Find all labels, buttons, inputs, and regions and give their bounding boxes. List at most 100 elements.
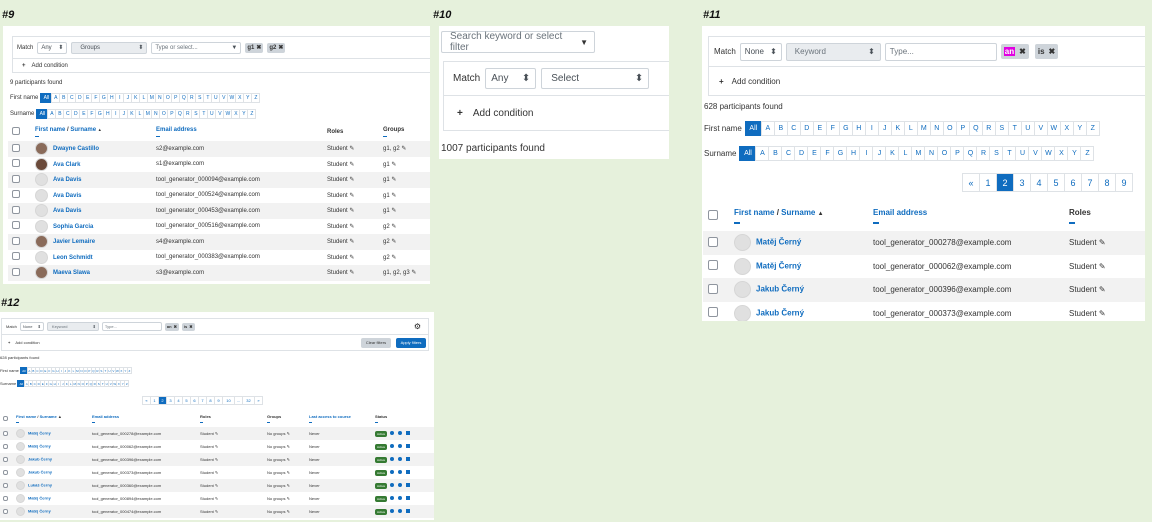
pencil-icon[interactable]: ✎ [391, 224, 396, 230]
match-select[interactable]: None ⬍ [739, 42, 782, 61]
field-select[interactable]: Keyword ⬍ [46, 322, 99, 331]
surname-letter-v[interactable]: V [1028, 146, 1043, 161]
sort-firstname-link[interactable]: First name [16, 414, 36, 419]
pencil-icon[interactable]: ✎ [215, 431, 218, 436]
collapse-icon[interactable] [267, 422, 270, 423]
pencil-icon[interactable]: ✎ [349, 193, 354, 199]
participant-name-link[interactable]: Dwayne Castillo [53, 146, 99, 152]
row-checkbox[interactable] [12, 159, 20, 168]
participant-name-link[interactable]: Matěj Černý [28, 444, 51, 449]
collapse-icon[interactable] [1069, 221, 1075, 224]
participant-name-link[interactable]: Jakub Černý [28, 457, 52, 462]
pencil-icon[interactable]: ✎ [215, 457, 218, 462]
row-checkbox[interactable] [3, 482, 8, 488]
row-checkbox[interactable] [3, 430, 8, 436]
page-1[interactable]: 1 [979, 173, 997, 192]
surname-letter-all[interactable]: All [739, 146, 757, 161]
tag-g2[interactable]: g2 ✖ [267, 42, 286, 53]
row-checkbox[interactable] [708, 283, 718, 294]
firstname-letter-u[interactable]: U [1020, 121, 1035, 136]
collapse-icon[interactable] [383, 136, 387, 137]
gear-icon[interactable] [398, 483, 403, 488]
firstname-letter-w[interactable]: W [1046, 121, 1061, 136]
surname-letter-f[interactable]: F [820, 146, 835, 161]
pencil-icon[interactable]: ✎ [391, 255, 396, 261]
pencil-icon[interactable]: ✎ [215, 483, 218, 488]
row-checkbox[interactable] [3, 495, 8, 501]
firstname-letter-x[interactable]: X [1059, 121, 1074, 136]
info-icon[interactable] [390, 470, 395, 475]
firstname-letter-p[interactable]: P [955, 121, 970, 136]
trash-icon[interactable] [406, 444, 411, 449]
firstname-letter-c[interactable]: C [786, 121, 801, 136]
surname-letter-d[interactable]: D [794, 146, 809, 161]
sort-surname-link[interactable]: Surname [70, 127, 96, 133]
pencil-icon[interactable]: ✎ [349, 146, 354, 152]
gear-icon[interactable] [398, 457, 403, 462]
sort-email-link[interactable]: Email address [92, 414, 119, 419]
surname-letter-q[interactable]: Q [963, 146, 978, 161]
trash-icon[interactable] [406, 431, 411, 436]
plus-icon[interactable]: + [22, 63, 26, 69]
remove-icon[interactable]: ✖ [256, 44, 261, 51]
surname-letter-x[interactable]: X [1054, 146, 1069, 161]
row-checkbox[interactable] [3, 456, 8, 462]
participant-name-link[interactable]: Jakub Černý [28, 470, 52, 475]
page-3[interactable]: 3 [1013, 173, 1031, 192]
pencil-icon[interactable]: ✎ [349, 177, 354, 183]
tag-is[interactable]: is ✖ [181, 322, 195, 331]
pencil-icon[interactable]: ✎ [391, 208, 396, 214]
pencil-icon[interactable]: ✎ [349, 162, 354, 168]
pencil-icon[interactable]: ✎ [215, 444, 218, 449]
participant-name-link[interactable]: Matěj Černý [756, 238, 801, 247]
firstname-letter-j[interactable]: J [877, 121, 892, 136]
gear-icon[interactable] [398, 509, 403, 514]
pencil-icon[interactable]: ✎ [287, 457, 290, 462]
firstname-letter-k[interactable]: K [890, 121, 905, 136]
firstname-letter-l[interactable]: L [903, 121, 918, 136]
surname-letter-h[interactable]: H [846, 146, 861, 161]
surname-letter-e[interactable]: E [807, 146, 822, 161]
participant-name-link[interactable]: Lukáš Černý [28, 483, 52, 488]
surname-letter-z[interactable]: Z [124, 380, 130, 387]
pencil-icon[interactable]: ✎ [401, 146, 406, 152]
sort-surname-link[interactable]: Surname [781, 208, 815, 217]
pencil-icon[interactable]: ✎ [349, 208, 354, 214]
tag-an[interactable]: an ✖ [1000, 44, 1029, 59]
surname-letter-r[interactable]: R [976, 146, 991, 161]
firstname-letter-a[interactable]: A [760, 121, 775, 136]
firstname-letter-s[interactable]: S [994, 121, 1009, 136]
match-select[interactable]: Any ⬍ [485, 68, 537, 89]
participant-name-link[interactable]: Ava Davis [53, 208, 81, 214]
row-checkbox[interactable] [12, 252, 20, 261]
add-condition-button[interactable]: Add condition [32, 63, 68, 69]
pencil-icon[interactable]: ✎ [287, 470, 290, 475]
pencil-icon[interactable]: ✎ [215, 470, 218, 475]
firstname-letter-h[interactable]: H [851, 121, 866, 136]
pencil-icon[interactable]: ✎ [349, 239, 354, 245]
add-condition-button[interactable]: Add condition [15, 340, 39, 345]
firstname-letter-e[interactable]: E [812, 121, 827, 136]
remove-icon[interactable]: ✖ [1049, 47, 1056, 56]
row-checkbox[interactable] [3, 469, 8, 475]
surname-letter-s[interactable]: S [989, 146, 1004, 161]
sort-email-link[interactable]: Email address [156, 127, 197, 133]
firstname-letter-g[interactable]: G [838, 121, 853, 136]
add-condition-button[interactable]: Add condition [732, 77, 780, 86]
surname-letter-j[interactable]: J [872, 146, 887, 161]
trash-icon[interactable] [406, 483, 411, 488]
firstname-letter-t[interactable]: T [1007, 121, 1022, 136]
participant-name-link[interactable]: Ava Davis [53, 177, 81, 183]
plus-icon[interactable]: + [457, 108, 463, 119]
participant-name-link[interactable]: Leon Schmidt [53, 255, 93, 261]
pencil-icon[interactable]: ✎ [287, 483, 290, 488]
page-5[interactable]: 5 [1047, 173, 1065, 192]
participant-name-link[interactable]: Matěj Černý [756, 261, 801, 270]
remove-icon[interactable]: ✖ [278, 44, 283, 51]
participant-name-link[interactable]: Matěj Černý [28, 496, 51, 501]
participant-name-link[interactable]: Jakub Černý [756, 308, 804, 317]
gear-icon[interactable] [398, 431, 403, 436]
participant-name-link[interactable]: Matěj Černý [28, 509, 51, 514]
sort-firstname-link[interactable]: First name [734, 208, 774, 217]
page-next[interactable]: » [254, 396, 263, 405]
